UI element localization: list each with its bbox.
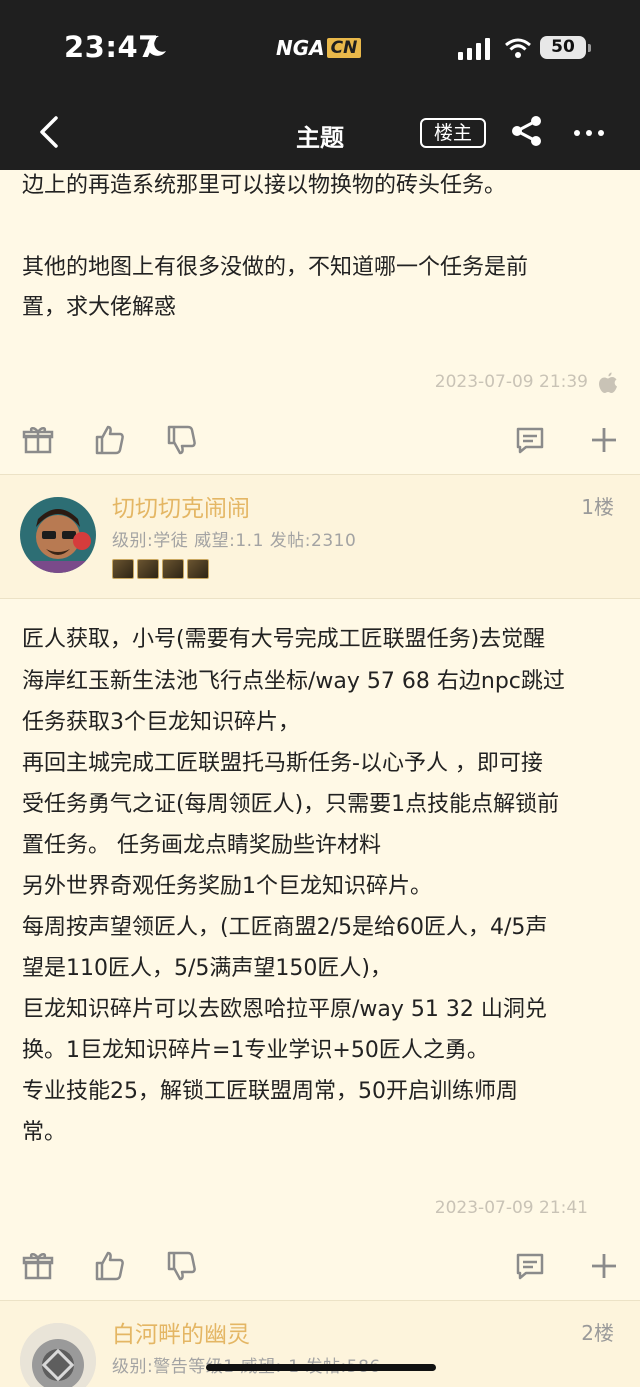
post-line: 每周按声望领匠人，(工匠商盟2/5是给60匠人，4/5声 — [22, 915, 548, 940]
thumbs-up-icon[interactable] — [94, 1250, 126, 1282]
op-only-button[interactable]: 楼主 — [420, 118, 486, 148]
post-line: 巨龙知识碎片可以去欧恩哈拉平原/way 51 32 山洞兑 — [22, 997, 547, 1022]
post-line: 边上的再造系统那里可以接以物换物的砖头任务。 — [22, 173, 507, 198]
post-line: 置，求大佬解惑 — [22, 295, 177, 320]
username[interactable]: 白河畔的幽灵 — [112, 1315, 250, 1349]
gift-icon[interactable] — [22, 1250, 54, 1282]
plus-icon[interactable] — [588, 424, 620, 456]
post-line: 专业技能25，解锁工匠联盟周常，50开启训练师周 — [22, 1079, 518, 1104]
post-line: 另外世界奇观任务奖励1个巨龙知识碎片。 — [22, 874, 432, 899]
badge-icon — [112, 559, 134, 579]
post-line: 望是110匠人，5/5满声望150匠人)， — [22, 956, 392, 981]
moon-icon — [147, 35, 166, 56]
comment-icon[interactable] — [514, 1250, 546, 1282]
divider — [0, 598, 640, 599]
post-line: 匠人获取，小号(需要有大号完成工匠联盟任务)去觉醒 — [22, 627, 546, 652]
badge-icon — [162, 559, 184, 579]
post-line: 海岸红玉新生法池飞行点坐标/way 57 68 右边npc跳过 — [22, 669, 565, 694]
post-header: 白河畔的幽灵 2楼 级别:警告等级1 威望:-1 发帖:586 — [0, 1301, 640, 1387]
thumbs-down-icon[interactable] — [166, 1250, 198, 1282]
avatar[interactable] — [20, 497, 96, 573]
wifi-icon — [505, 38, 531, 58]
post-actions — [0, 406, 640, 476]
nga-logo: NGA CN — [276, 36, 362, 60]
post-actions — [0, 1232, 640, 1302]
post-line: 再回主城完成工匠联盟托马斯任务-以心予人 ，即可接 — [22, 751, 543, 776]
post-line: 任务获取3个巨龙知识碎片， — [22, 710, 300, 735]
gift-icon[interactable] — [22, 424, 54, 456]
status-bar: 23:47 NGA CN 50 — [0, 0, 640, 96]
user-badges — [112, 559, 209, 579]
post-line: 换。1巨龙知识碎片=1专业学识+50匠人之勇。 — [22, 1038, 489, 1063]
nav-bar: 主题 楼主 — [0, 96, 640, 170]
post-line: 其他的地图上有很多没做的，不知道哪一个任务是前 — [22, 255, 529, 280]
avatar[interactable] — [20, 1323, 96, 1387]
more-icon[interactable] — [572, 118, 606, 148]
badge-icon — [187, 559, 209, 579]
post-timestamp: 2023-07-09 21:39 — [434, 372, 588, 392]
home-indicator[interactable] — [206, 1364, 436, 1371]
plus-icon[interactable] — [588, 1250, 620, 1282]
signal-icon — [458, 38, 490, 60]
logo-main: NGA — [276, 36, 325, 60]
comment-icon[interactable] — [514, 424, 546, 456]
user-meta: 级别:学徒 威望:1.1 发帖:2310 — [112, 531, 357, 551]
share-icon[interactable] — [510, 114, 544, 148]
post-line: 置任务。 任务画龙点睛奖励些许材料 — [22, 833, 381, 858]
post-line: 常。 — [22, 1120, 67, 1145]
post-header: 切切切克闹闹 1楼 级别:学徒 威望:1.1 发帖:2310 — [0, 475, 640, 599]
logo-suffix: CN — [326, 38, 362, 58]
battery-indicator: 50 — [540, 36, 591, 59]
thumbs-up-icon[interactable] — [94, 424, 126, 456]
username[interactable]: 切切切克闹闹 — [112, 489, 250, 523]
apple-icon — [599, 372, 617, 393]
page-title: 主题 — [296, 124, 344, 152]
floor-number: 2楼 — [581, 1321, 614, 1345]
post-timestamp: 2023-07-09 21:41 — [434, 1198, 588, 1218]
thumbs-down-icon[interactable] — [166, 424, 198, 456]
badge-icon — [137, 559, 159, 579]
post-line: 受任务勇气之证(每周领匠人)，只需要1点技能点解锁前 — [22, 792, 560, 817]
floor-number: 1楼 — [581, 495, 614, 519]
